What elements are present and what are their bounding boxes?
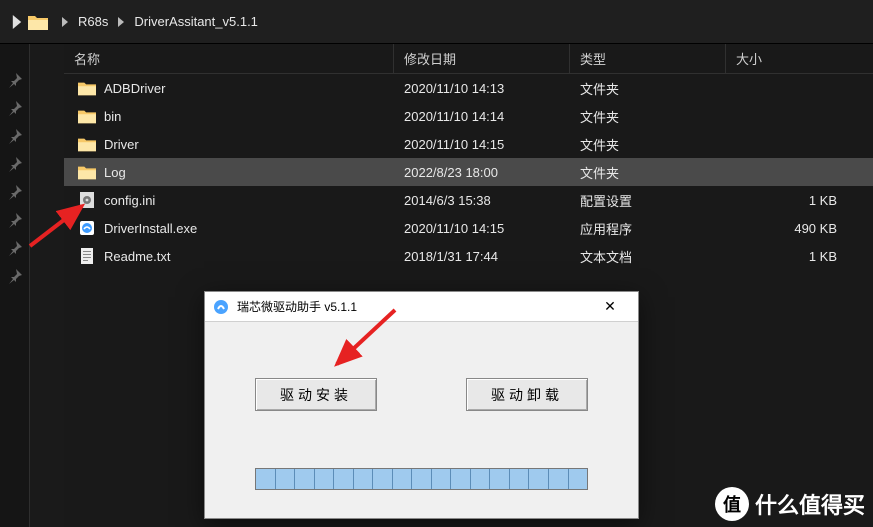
table-row[interactable]: bin 2020/11/10 14:14文件夹 <box>64 102 873 130</box>
file-name: Readme.txt <box>104 249 170 264</box>
dialog-title: 瑞芯微驱动助手 v5.1.1 <box>237 298 590 315</box>
folder-icon <box>78 136 96 152</box>
folder-icon <box>78 164 96 180</box>
pin-icon[interactable] <box>7 240 23 256</box>
column-headers: 名称 修改日期 类型 大小 <box>64 44 873 74</box>
table-row[interactable]: ADBDriver 2020/11/10 14:13文件夹 <box>64 74 873 102</box>
uninstall-button[interactable]: 驱动卸载 <box>466 378 588 411</box>
table-row[interactable]: Log 2022/8/23 18:00文件夹 <box>64 158 873 186</box>
folder-icon <box>78 108 96 124</box>
file-type: 文件夹 <box>570 107 726 126</box>
file-type: 配置设置 <box>570 191 726 210</box>
file-type: 应用程序 <box>570 219 726 238</box>
app-icon <box>213 299 229 315</box>
ini-file-icon <box>78 192 96 208</box>
pin-icon[interactable] <box>7 72 23 88</box>
file-date: 2014/6/3 15:38 <box>394 193 570 208</box>
close-button[interactable]: ✕ <box>590 293 630 321</box>
file-date: 2020/11/10 14:14 <box>394 109 570 124</box>
file-name: bin <box>104 109 121 124</box>
file-type: 文件夹 <box>570 135 726 154</box>
exe-file-icon <box>78 220 96 236</box>
file-name: Log <box>104 165 126 180</box>
dialog-titlebar[interactable]: 瑞芯微驱动助手 v5.1.1 ✕ <box>205 292 638 322</box>
folder-icon <box>28 14 48 30</box>
chevron-right-icon[interactable] <box>10 15 24 29</box>
file-size: 490 KB <box>726 221 873 236</box>
chevron-right-icon <box>60 17 70 27</box>
progress-bar <box>255 468 588 490</box>
file-size: 1 KB <box>726 249 873 264</box>
file-name: Driver <box>104 137 139 152</box>
file-date: 2020/11/10 14:15 <box>394 221 570 236</box>
file-type: 文本文档 <box>570 247 726 266</box>
driver-dialog: 瑞芯微驱动助手 v5.1.1 ✕ 驱动安装 驱动卸载 <box>204 291 639 519</box>
chevron-right-icon <box>116 17 126 27</box>
table-row[interactable]: Readme.txt 2018/1/31 17:44文本文档1 KB <box>64 242 873 270</box>
file-date: 2022/8/23 18:00 <box>394 165 570 180</box>
folder-icon <box>78 80 96 96</box>
file-date: 2020/11/10 14:13 <box>394 81 570 96</box>
watermark-text: 什么值得买 <box>755 488 865 520</box>
pin-icon[interactable] <box>7 128 23 144</box>
breadcrumb[interactable]: R68s DriverAssitant_v5.1.1 <box>0 0 873 44</box>
column-header-name[interactable]: 名称 <box>64 44 394 73</box>
table-row[interactable]: DriverInstall.exe 2020/11/10 14:15应用程序490… <box>64 214 873 242</box>
file-name: config.ini <box>104 193 155 208</box>
file-type: 文件夹 <box>570 163 726 182</box>
pin-icon[interactable] <box>7 212 23 228</box>
pin-icon[interactable] <box>7 100 23 116</box>
column-header-type[interactable]: 类型 <box>570 44 726 73</box>
column-header-date[interactable]: 修改日期 <box>394 44 570 73</box>
pin-icon[interactable] <box>7 268 23 284</box>
quick-access-sidebar <box>0 44 30 527</box>
pin-icon[interactable] <box>7 156 23 172</box>
breadcrumb-item[interactable]: DriverAssitant_v5.1.1 <box>134 14 258 29</box>
table-row[interactable]: Driver 2020/11/10 14:15文件夹 <box>64 130 873 158</box>
watermark: 值 什么值得买 <box>715 487 865 521</box>
table-row[interactable]: config.ini 2014/6/3 15:38配置设置1 KB <box>64 186 873 214</box>
file-size: 1 KB <box>726 193 873 208</box>
file-name: DriverInstall.exe <box>104 221 197 236</box>
file-type: 文件夹 <box>570 79 726 98</box>
file-date: 2020/11/10 14:15 <box>394 137 570 152</box>
txt-file-icon <box>78 248 96 264</box>
watermark-badge: 值 <box>715 487 749 521</box>
install-button[interactable]: 驱动安装 <box>255 378 377 411</box>
file-name: ADBDriver <box>104 81 165 96</box>
column-header-size[interactable]: 大小 <box>726 44 873 73</box>
breadcrumb-item[interactable]: R68s <box>78 14 108 29</box>
pin-icon[interactable] <box>7 184 23 200</box>
file-date: 2018/1/31 17:44 <box>394 249 570 264</box>
